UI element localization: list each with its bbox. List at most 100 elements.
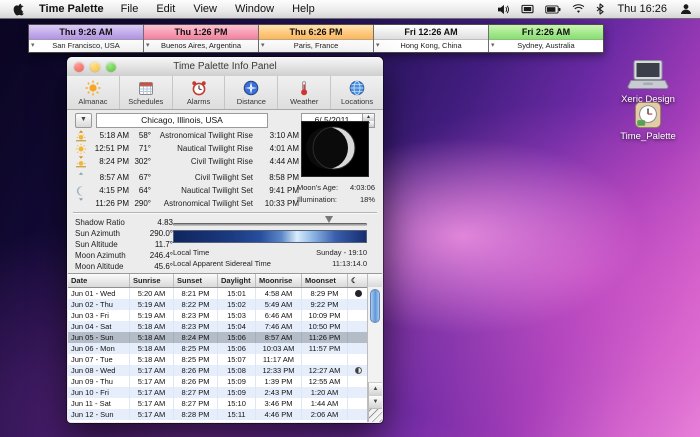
toolbar-label: Distance [237, 97, 266, 106]
clock-location: ▾Paris, France [259, 40, 373, 52]
desktop-icon-time-palette[interactable]: Time_Palette [615, 101, 681, 142]
menu-bar-clock[interactable]: Thu 16:26 [615, 3, 669, 15]
stat-label: Sun Altitude [75, 240, 137, 249]
menu-help[interactable]: Help [283, 3, 324, 15]
moon-phase-cell [348, 321, 368, 332]
date-cell: Jun 10 - Fri [68, 387, 130, 398]
column-header-date[interactable]: Date [68, 274, 130, 287]
moon-phase-image [301, 121, 369, 177]
title-bar[interactable]: Time Palette Info Panel [67, 57, 383, 77]
chevron-down-icon[interactable]: ▾ [376, 40, 380, 52]
table-row[interactable]: Jun 02 - Thu5:19 AM8:22 PM15:025:49 AM9:… [68, 299, 382, 310]
display-icon[interactable] [521, 4, 534, 15]
world-clock-cell[interactable]: Fri 2:26 AM▾Sydney, Australia [489, 25, 603, 52]
table-row[interactable]: Jun 04 - Sat5:18 AM8:23 PM15:047:46 AM10… [68, 321, 382, 332]
toolbar-button-alarms[interactable]: Alarms [173, 76, 226, 109]
illumination-row: Illumination: 18% [297, 195, 375, 204]
sunrise-cell: 5:17 AM [130, 365, 174, 376]
table-row[interactable]: Jun 09 - Thu5:17 AM8:26 PM15:091:39 PM12… [68, 376, 382, 387]
table-header: DateSunriseSunsetDaylightMoonriseMoonset… [68, 274, 382, 288]
info-panel-window: Time Palette Info Panel Almanac Schedules… [67, 57, 383, 423]
column-header-phase[interactable]: ☾ [348, 274, 368, 287]
stat-value: 290.0° [137, 229, 173, 238]
date-cell: Jun 11 - Sat [68, 398, 130, 409]
moonrise-cell: 5:49 AM [256, 299, 302, 310]
column-header-moonset[interactable]: Moonset [302, 274, 348, 287]
twilight-time: 4:01 AM [253, 144, 299, 153]
world-clock-cell[interactable]: Fri 12:26 AM▾Hong Kong, China [374, 25, 489, 52]
menu-bar-status: Thu 16:26 [497, 3, 692, 15]
event-azimuth: 58° [129, 131, 151, 140]
column-header-daylight[interactable]: Daylight [218, 274, 256, 287]
column-header-sunset[interactable]: Sunset [174, 274, 218, 287]
toolbar-button-schedules[interactable]: Schedules [120, 76, 173, 109]
shadow-ratio-slider[interactable] [173, 223, 367, 226]
toolbar-button-almanac[interactable]: Almanac [67, 76, 120, 109]
menu-file[interactable]: File [112, 3, 148, 15]
location-popup-button[interactable]: ▼ [75, 113, 92, 128]
scrollbar-thumb[interactable] [370, 289, 380, 323]
menu-view[interactable]: View [184, 3, 226, 15]
event-time: 4:15 PM [89, 186, 129, 195]
location-field[interactable]: Chicago, Illinois, USA [96, 113, 268, 128]
clock-time: Fri 2:26 AM [489, 25, 603, 40]
stat-value: 11.7° [137, 240, 173, 249]
table-row[interactable]: Jun 12 - Sun5:17 AM8:28 PM15:114:46 PM2:… [68, 409, 382, 420]
stat-row: Moon Azimuth246.4° [75, 250, 173, 261]
active-app-menu[interactable]: Time Palette [31, 3, 112, 15]
moonrise-cell: 2:43 PM [256, 387, 302, 398]
daylight-cell: 15:01 [218, 288, 256, 299]
sunset-cell: 8:25 PM [174, 354, 218, 365]
toolbar-button-locations[interactable]: Locations [331, 76, 383, 109]
slider-thumb-icon[interactable] [325, 216, 333, 223]
table-row[interactable]: Jun 03 - Fri5:19 AM8:23 PM15:036:46 AM10… [68, 310, 382, 321]
chevron-down-icon[interactable]: ▾ [491, 40, 495, 52]
local-time-row: Local Time Sunday - 19:10 [173, 248, 367, 257]
world-clock-cell[interactable]: Thu 9:26 AM▾San Francisco, USA [29, 25, 144, 52]
volume-icon[interactable] [497, 4, 510, 15]
chevron-down-icon[interactable]: ▾ [146, 40, 150, 52]
battery-icon[interactable] [545, 5, 561, 14]
menu-edit[interactable]: Edit [147, 3, 184, 15]
chevron-down-icon[interactable]: ▾ [261, 40, 265, 52]
moon-age-row: Moon's Age: 4:03:06 [297, 183, 375, 192]
clock-location: ▾San Francisco, USA [29, 40, 143, 52]
column-header-sunrise[interactable]: Sunrise [130, 274, 174, 287]
moon-phase-cell [348, 299, 368, 310]
scroll-up-button[interactable]: ▲ [368, 382, 382, 396]
world-clock-cell[interactable]: Thu 6:26 PM▾Paris, France [259, 25, 374, 52]
stat-row: Sun Azimuth290.0° [75, 228, 173, 239]
scroll-down-button[interactable]: ▼ [368, 395, 382, 409]
desktop-icon-xeric-design[interactable]: Xeric Design [615, 59, 681, 105]
table-row[interactable]: Jun 10 - Fri5:17 AM8:27 PM15:092:43 PM1:… [68, 387, 382, 398]
table-row[interactable]: Jun 01 - Wed5:20 AM8:21 PM15:014:58 AM8:… [68, 288, 382, 299]
toolbar-button-weather[interactable]: Weather [278, 76, 331, 109]
wifi-icon[interactable] [572, 4, 585, 14]
sunset-cell: 8:26 PM [174, 365, 218, 376]
moon-phase-cell [348, 288, 368, 299]
table-row[interactable]: Jun 08 - Wed5:17 AM8:26 PM15:0812:33 PM1… [68, 365, 382, 376]
event-azimuth: 290° [129, 199, 151, 208]
table-row[interactable]: Jun 11 - Sat5:17 AM8:27 PM15:103:46 PM1:… [68, 398, 382, 409]
apple-menu[interactable] [12, 2, 25, 16]
toolbar-label: Schedules [128, 97, 163, 106]
table-row[interactable]: Jun 07 - Tue5:18 AM8:25 PM15:0711:17 AM [68, 354, 382, 365]
sunrise-cell: 5:19 AM [130, 310, 174, 321]
stats-list: Shadow Ratio4.83Sun Azimuth290.0°Sun Alt… [75, 217, 173, 272]
world-clock-cell[interactable]: Thu 1:26 PM▾Buenos Aires, Argentina [144, 25, 259, 52]
twilight-time: 8:58 PM [253, 173, 299, 182]
stat-label: Sun Azimuth [75, 229, 137, 238]
bluetooth-icon[interactable] [596, 3, 604, 15]
almanac-row: 5:18 AM58°Astronomical Twilight Rise3:10… [67, 129, 299, 142]
toolbar-button-distance[interactable]: Distance [225, 76, 278, 109]
moonrise-cell: 6:46 AM [256, 310, 302, 321]
user-icon[interactable] [680, 3, 692, 15]
twilight-label: Nautical Twilight Set [151, 186, 253, 195]
chevron-down-icon[interactable]: ▾ [31, 40, 35, 52]
menu-window[interactable]: Window [226, 3, 283, 15]
table-row[interactable]: Jun 06 - Mon5:18 AM8:25 PM15:0610:03 AM1… [68, 343, 382, 354]
clock-app-icon [634, 101, 662, 129]
column-header-moonrise[interactable]: Moonrise [256, 274, 302, 287]
resize-grip[interactable] [368, 408, 382, 422]
table-row[interactable]: Jun 05 - Sun5:18 AM8:24 PM15:068:57 AM11… [68, 332, 382, 343]
